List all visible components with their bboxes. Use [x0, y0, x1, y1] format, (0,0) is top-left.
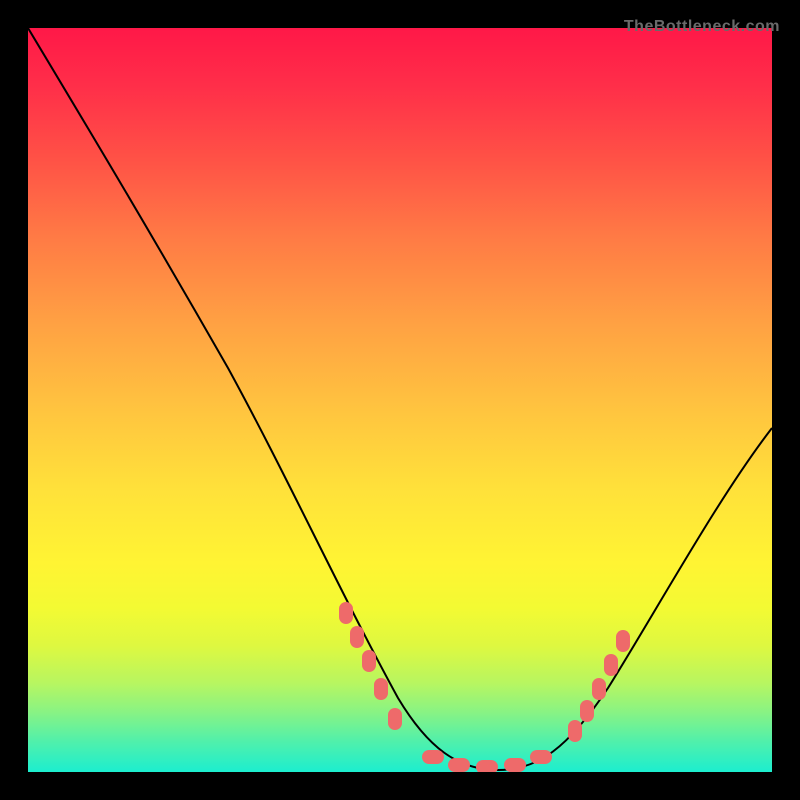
heat-gradient-background — [28, 28, 772, 772]
plot-area — [28, 28, 772, 772]
outer-frame: TheBottleneck.com — [14, 14, 786, 786]
watermark-text: TheBottleneck.com — [624, 18, 780, 36]
